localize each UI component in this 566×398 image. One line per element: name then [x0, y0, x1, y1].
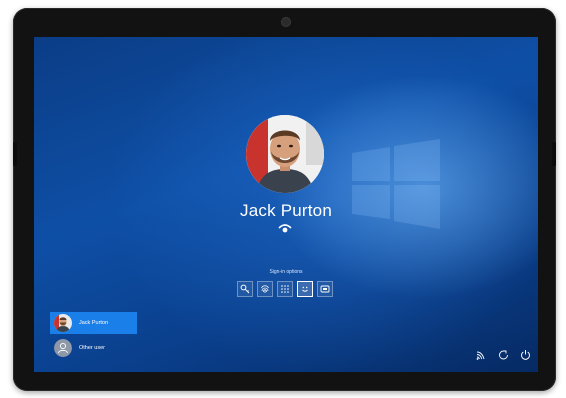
user-item-jack-purton[interactable]: Jack Purton [50, 312, 137, 334]
generic-user-icon [54, 339, 72, 357]
signin-option-pin[interactable] [277, 281, 293, 297]
face-icon [302, 286, 308, 292]
face-recognition-icon [278, 224, 292, 233]
pin-keypad-icon [281, 285, 289, 293]
signin-option-security-key[interactable] [317, 281, 333, 297]
user-switcher: Jack Purton Other user [50, 312, 137, 362]
accessibility-button[interactable] [497, 348, 510, 361]
user-avatar [246, 115, 324, 193]
user-item-other-user[interactable]: Other user [50, 337, 137, 359]
signin-option-face[interactable] [297, 281, 313, 297]
network-icon [476, 351, 485, 360]
system-tray [475, 348, 532, 361]
user-item-label: Jack Purton [79, 320, 109, 326]
user-thumbnail [54, 339, 72, 357]
lock-screen: Jack Purton Sign-in options Jack Purton … [34, 37, 538, 372]
user-name: Jack Purton [240, 201, 332, 220]
user-thumbnail [54, 314, 72, 332]
power-button[interactable] [519, 348, 532, 361]
fingerprint-icon [261, 285, 269, 293]
user-item-label: Other user [79, 345, 105, 351]
device-side-button [552, 142, 556, 166]
signin-options-label: Sign-in options [269, 269, 303, 275]
key-icon [240, 284, 250, 294]
power-icon [521, 350, 530, 360]
device-side-button [13, 142, 17, 166]
security-key-icon [320, 285, 330, 293]
accessibility-icon [499, 350, 508, 360]
signin-options-bar [237, 281, 333, 297]
signin-option-fingerprint[interactable] [257, 281, 273, 297]
network-button[interactable] [475, 348, 488, 361]
signin-option-password[interactable] [237, 281, 253, 297]
camera-icon [282, 18, 290, 26]
